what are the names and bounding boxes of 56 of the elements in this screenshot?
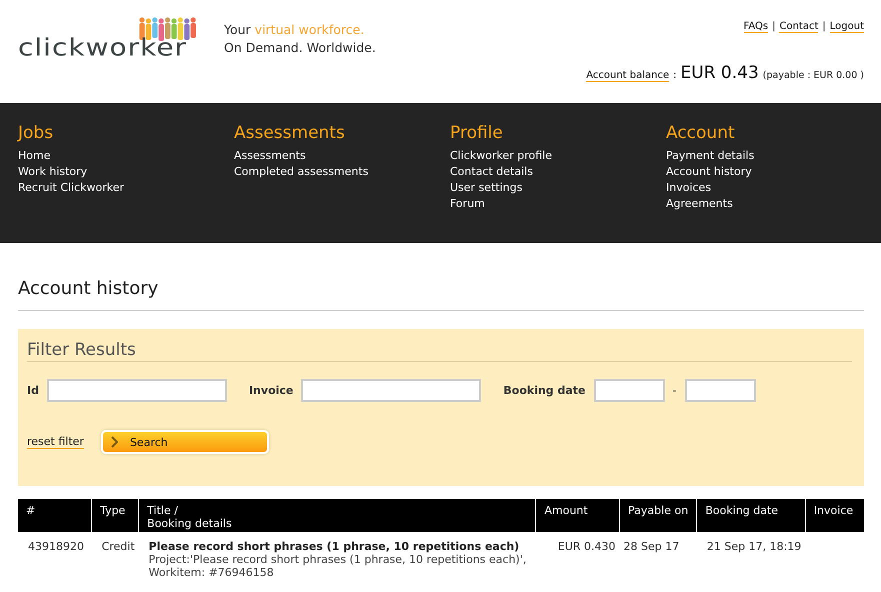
reset-filter-link[interactable]: reset filter xyxy=(27,435,84,449)
table-cell: EUR 0.430 xyxy=(536,532,620,579)
nav-link[interactable]: Work history xyxy=(18,164,88,180)
logo-text: clickworker xyxy=(18,36,188,60)
table-cell: 43918920 xyxy=(18,532,92,579)
nav-link[interactable]: Forum xyxy=(450,196,485,212)
input-field[interactable] xyxy=(46,379,227,402)
separator-text: : xyxy=(673,70,677,81)
nav-link[interactable]: Home xyxy=(18,148,50,164)
column-header: Type xyxy=(92,499,139,532)
field-label: Invoice xyxy=(248,384,294,397)
link-separator: | xyxy=(772,21,776,33)
column-header: Title / Booking details xyxy=(138,499,536,532)
page-title: Account history xyxy=(18,243,864,311)
column-header: Booking date xyxy=(696,499,806,532)
booking-details: Project:'Please record short phrases (1 phrase, 10 repetitions each)', Workitem: #76946158 xyxy=(148,553,528,579)
balance-amount: EUR 0.43 xyxy=(680,63,759,83)
chevron-icon xyxy=(110,436,118,448)
nav-link[interactable]: Invoices xyxy=(666,180,712,196)
nav-link[interactable]: Assessments xyxy=(234,148,306,164)
nav-heading: Jobs xyxy=(18,122,54,144)
input-field[interactable] xyxy=(301,379,482,402)
nav-link[interactable]: Recruit Clickworker xyxy=(18,180,124,196)
column-header: Payable on xyxy=(620,499,697,532)
table-cell: Credit xyxy=(92,532,139,579)
nav-link[interactable]: Account history xyxy=(666,164,752,180)
date-field[interactable] xyxy=(594,379,665,402)
search-button[interactable]: Search xyxy=(100,430,269,454)
nav-link[interactable]: Agreements xyxy=(666,196,733,212)
nav-link[interactable]: Clickworker profile xyxy=(450,148,552,164)
nav-link[interactable]: Completed assessments xyxy=(234,164,368,180)
link-separator: | xyxy=(822,21,826,33)
account-balance-link[interactable]: Account balance xyxy=(586,70,670,82)
column-header: Invoice xyxy=(805,499,864,532)
nav-link[interactable]: User settings xyxy=(450,180,522,196)
tagline: Your virtual workforce. xyxy=(224,21,366,39)
range-separator: - xyxy=(672,384,676,397)
nav-heading: Profile xyxy=(450,122,504,144)
nav-heading: Assessments xyxy=(234,122,346,144)
nav-link[interactable]: Payment details xyxy=(666,148,754,164)
field-label: Id xyxy=(27,384,39,397)
field-label: Booking date xyxy=(503,384,586,397)
nav-heading: Account xyxy=(666,122,736,144)
header-link[interactable]: Logout xyxy=(830,21,864,33)
filter-title: Filter Results xyxy=(27,340,852,362)
column-header: Amount xyxy=(536,499,620,532)
header-link[interactable]: Contact xyxy=(779,21,818,33)
date-field[interactable] xyxy=(684,379,756,402)
tagline: On Demand. Worldwide. xyxy=(224,39,376,57)
nav-link[interactable]: Contact details xyxy=(450,164,533,180)
column-header: # xyxy=(18,499,92,532)
table-cell: 28 Sep 17 xyxy=(620,532,697,579)
table-cell: 21 Sep 17, 18:19 xyxy=(696,532,806,579)
booking-title: Please record short phrases (1 phrase, 10 repetitions each) xyxy=(148,540,520,553)
payable-amount: (payable : EUR 0.00 ) xyxy=(762,70,864,81)
header-link[interactable]: FAQs xyxy=(744,21,768,33)
